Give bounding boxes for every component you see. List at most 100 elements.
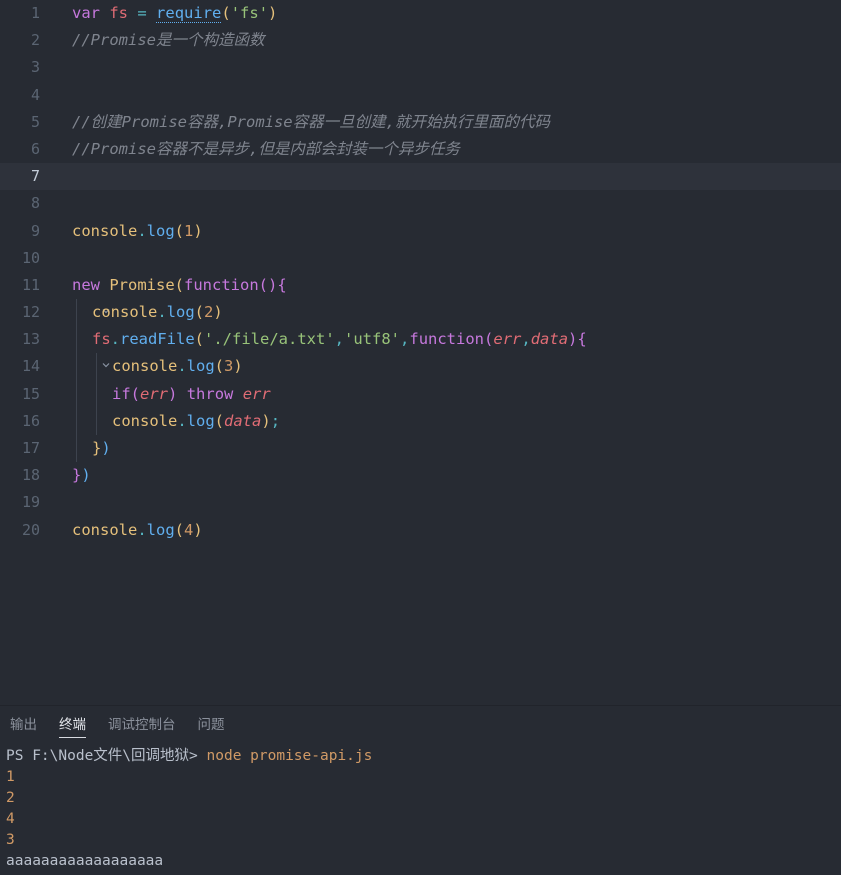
- code-line[interactable]: 15 if(err) throw err: [0, 380, 841, 408]
- code-line[interactable]: 11 new Promise(function(){: [0, 272, 841, 314]
- token-object: console: [112, 411, 178, 430]
- indent-guide: [96, 407, 97, 435]
- code-line[interactable]: 17 }): [0, 435, 841, 463]
- code-line[interactable]: 3: [0, 54, 841, 81]
- line-content: console.log(2): [92, 299, 223, 326]
- code-line[interactable]: 20 console.log(4): [0, 517, 841, 544]
- token-operator: =: [137, 4, 147, 22]
- code-line[interactable]: 1 var fs = require('fs'): [0, 0, 841, 27]
- line-content: //Promise是一个构造函数: [72, 27, 265, 54]
- token-bracket: (: [130, 384, 141, 403]
- bottom-panel: 输出 终端 调试控制台 问题 PS F:\Node文件\回调地狱> node p…: [0, 705, 841, 875]
- line-number: 14: [21, 357, 40, 376]
- tab-problems[interactable]: 问题: [198, 706, 225, 744]
- line-content: //Promise容器不是异步,但是内部会封装一个异步任务: [72, 136, 460, 163]
- token-comment: //创建Promise容器,Promise容器一旦创建,就开始执行里面的代码: [72, 112, 550, 131]
- token-operator: .: [177, 357, 187, 376]
- token-punct: ;: [270, 411, 281, 430]
- token-keyword: new: [72, 275, 100, 294]
- token-operator: .: [110, 330, 121, 349]
- code-line[interactable]: 4: [0, 82, 841, 109]
- token-number: 1: [184, 221, 194, 240]
- line-number: 6: [30, 139, 40, 158]
- code-line[interactable]: 12 console.log(2): [0, 299, 841, 327]
- token-function: log: [186, 411, 215, 430]
- token-keyword: if: [112, 384, 131, 403]
- token-bracket: ): [268, 275, 278, 294]
- line-number: 2: [30, 31, 40, 50]
- code-line[interactable]: 10: [0, 245, 841, 272]
- token-function: log: [146, 520, 175, 539]
- token-bracket: (: [258, 275, 269, 294]
- indent-guide: [96, 353, 97, 381]
- token-class: Promise: [109, 275, 175, 294]
- terminal-line: 4: [6, 811, 15, 827]
- code-line[interactable]: 14 console.log(3): [0, 353, 841, 381]
- indent-guide: [96, 380, 97, 408]
- token-operator: .: [177, 411, 187, 430]
- token-keyword: function: [184, 275, 259, 294]
- panel-tab-bar: 输出 终端 调试控制台 问题: [0, 706, 841, 744]
- code-line[interactable]: 6 //Promise容器不是异步,但是内部会封装一个异步任务: [0, 136, 841, 163]
- terminal-line: aaaaaaaaaaaaaaaaaa: [6, 853, 164, 869]
- token-operator: .: [137, 520, 147, 539]
- line-number: 18: [21, 466, 40, 485]
- token-string: 'utf8': [344, 330, 401, 349]
- token-bracket: (: [214, 411, 225, 430]
- token-function: log: [146, 221, 175, 240]
- token-bracket: (: [221, 4, 231, 22]
- token-object: console: [72, 221, 138, 240]
- line-content: console.log(data);: [112, 408, 280, 435]
- token-bracket: (: [484, 330, 494, 349]
- token-keyword: function: [409, 330, 485, 349]
- code-line[interactable]: 16 console.log(data);: [0, 407, 841, 435]
- token-number: 3: [224, 357, 234, 376]
- code-line[interactable]: 8: [0, 190, 841, 217]
- token-punct: ,: [521, 330, 531, 349]
- token-operator: .: [137, 221, 147, 240]
- token-object: console: [92, 303, 158, 322]
- line-content: if(err) throw err: [112, 381, 271, 408]
- indent-guide: [76, 299, 77, 327]
- code-line[interactable]: 9 console.log(1): [0, 218, 841, 245]
- token-bracket: ): [213, 303, 223, 322]
- token-keyword: throw: [186, 384, 234, 403]
- tab-output[interactable]: 输出: [10, 706, 37, 744]
- code-line[interactable]: 2 //Promise是一个构造函数: [0, 27, 841, 54]
- code-line[interactable]: 19: [0, 489, 841, 516]
- code-line[interactable]: 13 fs.readFile('./file/a.txt','utf8',fun…: [0, 326, 841, 368]
- terminal-prompt: PS F:\Node文件\回调地狱>: [6, 748, 198, 764]
- line-content: console.log(3): [112, 353, 243, 380]
- code-line[interactable]: 18 }): [0, 462, 841, 489]
- token-bracket: (: [174, 275, 185, 294]
- line-number: 15: [21, 384, 40, 403]
- token-bracket: {: [577, 330, 587, 349]
- token-string: 'fs': [230, 4, 269, 22]
- code-line[interactable]: 5 //创建Promise容器,Promise容器一旦创建,就开始执行里面的代码: [0, 109, 841, 136]
- token-number: 4: [184, 520, 194, 539]
- token-bracket: ): [568, 330, 578, 349]
- line-number: 13: [21, 330, 40, 349]
- code-line-active[interactable]: 7: [0, 163, 841, 191]
- indent-guide: [76, 407, 77, 435]
- tab-terminal[interactable]: 终端: [59, 706, 86, 744]
- token-parameter: err: [493, 330, 522, 349]
- terminal-line: 1: [6, 769, 15, 785]
- token-object: console: [112, 357, 178, 376]
- token-comment: //Promise是一个构造函数: [72, 31, 265, 50]
- tab-debug-console[interactable]: 调试控制台: [108, 706, 176, 744]
- line-content: }): [92, 435, 111, 462]
- line-content: console.log(4): [72, 517, 203, 544]
- terminal-line: 2: [6, 790, 15, 806]
- indent-guide: [76, 326, 77, 354]
- code-editor[interactable]: 1 var fs = require('fs') 2 //Promise是一个构…: [0, 0, 841, 705]
- token-function: require: [156, 4, 222, 23]
- line-number: 3: [30, 58, 40, 77]
- terminal-output[interactable]: PS F:\Node文件\回调地狱> node promise-api.js 1…: [0, 744, 841, 875]
- token-function: log: [186, 357, 215, 376]
- token-identifier: err: [242, 384, 271, 403]
- token-object: console: [72, 520, 138, 539]
- token-bracket: ): [193, 520, 203, 539]
- line-number: 19: [21, 493, 40, 512]
- token-punct: ,: [400, 330, 410, 349]
